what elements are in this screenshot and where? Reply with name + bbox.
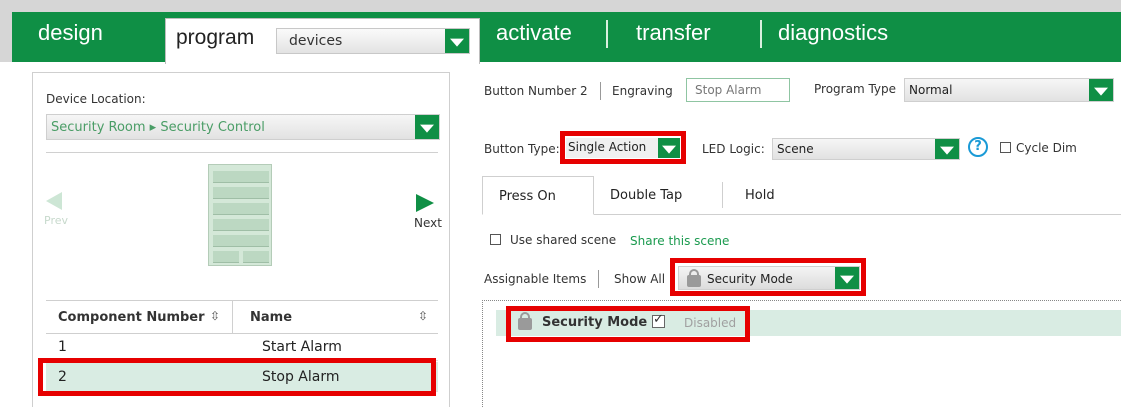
- keypad-image[interactable]: [208, 164, 272, 266]
- highlight-box: [670, 258, 866, 296]
- nav-design[interactable]: design: [38, 20, 103, 46]
- keypad-button[interactable]: [213, 219, 269, 231]
- next-label[interactable]: Next: [414, 216, 442, 230]
- led-logic-value: Scene: [777, 142, 814, 156]
- divider: [598, 270, 599, 288]
- devices-dropdown[interactable]: devices: [276, 28, 470, 54]
- nav-diagnostics[interactable]: diagnostics: [778, 20, 888, 46]
- nav-activate[interactable]: activate: [496, 20, 572, 46]
- assignable-items-label: Assignable Items: [484, 272, 587, 286]
- divider: [46, 152, 438, 153]
- nav-program[interactable]: program: [176, 26, 254, 50]
- program-type-label: Program Type: [814, 82, 897, 96]
- column-component-number[interactable]: Component Number: [58, 310, 205, 325]
- sort-icon[interactable]: ⇳: [418, 309, 428, 323]
- keypad-raise-button[interactable]: [243, 251, 269, 263]
- next-arrow-icon[interactable]: [416, 194, 434, 212]
- button-type-label: Button Type:: [484, 142, 560, 156]
- led-logic-dropdown[interactable]: Scene: [772, 138, 960, 160]
- prev-label[interactable]: Prev: [44, 214, 68, 227]
- component-number: 1: [58, 339, 67, 355]
- help-icon[interactable]: ?: [968, 137, 988, 157]
- chevron-down-icon[interactable]: [445, 29, 469, 53]
- tab-hold[interactable]: Hold: [723, 176, 803, 215]
- tab-label: Hold: [745, 188, 775, 203]
- program-type-value: Normal: [909, 83, 953, 97]
- keypad-lower-button[interactable]: [213, 251, 239, 263]
- keypad-button[interactable]: [213, 203, 269, 215]
- button-number-label: Button Number 2: [484, 84, 588, 98]
- cycle-dim-label: Cycle Dim: [1016, 141, 1077, 155]
- highlight-box: [506, 306, 750, 342]
- device-location-label: Device Location:: [46, 92, 146, 106]
- table-row[interactable]: 1 Start Alarm: [46, 334, 438, 361]
- tab-label: Double Tap: [610, 188, 683, 203]
- keypad-button[interactable]: [213, 235, 269, 247]
- component-name: Start Alarm: [262, 339, 342, 355]
- nav-divider: [760, 20, 762, 48]
- chevron-down-icon[interactable]: [935, 139, 959, 159]
- nav-transfer[interactable]: transfer: [636, 20, 711, 46]
- highlight-box: [560, 131, 686, 164]
- share-this-scene-link[interactable]: Share this scene: [630, 234, 729, 248]
- tab-press-on[interactable]: Press On: [482, 176, 594, 215]
- show-all-link[interactable]: Show All: [614, 272, 665, 286]
- devices-value: devices: [289, 33, 343, 49]
- location-dropdown[interactable]: Security Room ▸ Security Control: [46, 114, 440, 140]
- engraving-value: Stop Alarm: [695, 83, 762, 97]
- divider: [600, 82, 601, 100]
- tab-label: Press On: [499, 189, 556, 204]
- keypad-button[interactable]: [213, 171, 269, 183]
- use-shared-scene-checkbox[interactable]: [490, 234, 501, 245]
- column-divider: [232, 300, 233, 334]
- nav-divider: [606, 20, 608, 48]
- cycle-dim-checkbox[interactable]: [1000, 142, 1011, 153]
- location-value: Security Room ▸ Security Control: [51, 120, 265, 135]
- prev-arrow-icon[interactable]: [46, 192, 62, 210]
- engraving-label: Engraving: [612, 84, 673, 98]
- chevron-down-icon[interactable]: [415, 115, 439, 139]
- program-type-dropdown[interactable]: Normal: [904, 78, 1114, 102]
- use-shared-scene-label: Use shared scene: [510, 233, 617, 247]
- tab-double-tap[interactable]: Double Tap: [594, 176, 722, 215]
- highlight-box: [38, 358, 436, 396]
- sort-icon[interactable]: ⇳: [210, 309, 220, 323]
- keypad-button[interactable]: [213, 187, 269, 199]
- engraving-input[interactable]: Stop Alarm: [686, 78, 790, 102]
- led-logic-label: LED Logic:: [702, 142, 765, 156]
- column-name[interactable]: Name: [250, 310, 292, 325]
- chevron-down-icon[interactable]: [1089, 79, 1113, 101]
